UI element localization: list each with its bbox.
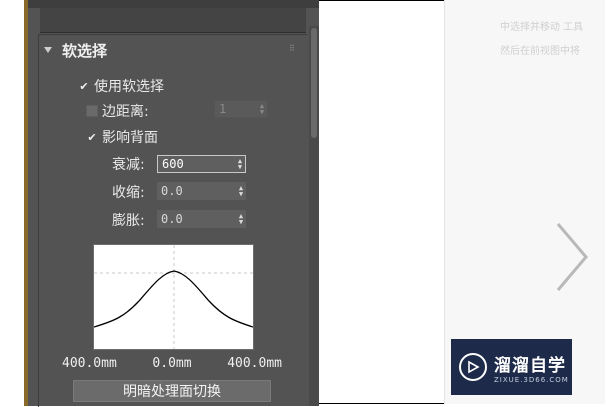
falloff-label: 衰减:	[112, 157, 145, 173]
collapse-triangle-icon[interactable]	[44, 47, 52, 53]
bubble-label: 膨胀:	[112, 213, 145, 229]
use-soft-selection-row[interactable]: ✔ 使用软选择	[78, 76, 164, 96]
bubble-spinner[interactable]: 0.0 ▲ ▼	[157, 210, 246, 228]
shaded-face-toggle-button[interactable]: 明暗处理面切换	[73, 380, 271, 402]
use-soft-selection-checkbox[interactable]: ✔	[78, 79, 90, 93]
previous-rollout-slot	[40, 8, 306, 33]
affect-backfacing-label: 影响背面	[102, 130, 158, 146]
affect-backfacing-row[interactable]: ✔ 影响背面	[86, 127, 158, 147]
spinner-arrows-icon[interactable]: ▲ ▼	[236, 213, 246, 226]
spinner-arrows-icon[interactable]: ▲ ▼	[257, 103, 267, 116]
logo-name: 溜溜自学	[494, 355, 566, 376]
brand-logo: 溜溜自学 ZIXUE.3D66.COM	[451, 339, 572, 395]
bubble-value[interactable]: 0.0	[157, 212, 236, 226]
falloff-spinner[interactable]: 600 ▲ ▼	[157, 155, 246, 173]
drag-grip-icon[interactable]: ⠿	[289, 45, 297, 53]
panel-top-bar	[28, 0, 319, 8]
edge-distance-checkbox[interactable]	[86, 105, 98, 117]
edge-distance-spinner[interactable]: 1 ▲ ▼	[214, 100, 268, 118]
checkmark-icon: ✔	[87, 130, 97, 144]
pinch-spinner[interactable]: 0.0 ▲ ▼	[157, 182, 246, 200]
axis-right-label: 400.0mm	[227, 356, 282, 371]
axis-left-label: 400.0mm	[62, 356, 117, 371]
falloff-value[interactable]: 600	[158, 157, 235, 171]
spinner-arrows-icon[interactable]: ▲ ▼	[236, 185, 246, 198]
falloff-curve-svg	[93, 245, 254, 349]
checkmark-icon: ✔	[79, 79, 89, 93]
spinner-arrows-icon[interactable]: ▲ ▼	[235, 158, 245, 171]
pinch-label: 收缩:	[112, 185, 145, 201]
axis-center-label: 0.0mm	[152, 356, 192, 371]
pinch-value[interactable]: 0.0	[157, 184, 236, 198]
tutorial-hint-line1: 中选择并移动 工具	[500, 22, 584, 33]
falloff-curve-graph	[93, 244, 254, 350]
edge-distance-label: 边距离:	[102, 104, 149, 120]
edge-distance-row[interactable]: 边距离:	[86, 101, 149, 121]
curve-axis-labels: 400.0mm 0.0mm 400.0mm	[62, 356, 282, 371]
scrollbar-thumb[interactable]	[311, 28, 317, 138]
play-logo-icon	[459, 353, 487, 381]
left-margin	[0, 0, 24, 406]
rollout-header[interactable]: 软选择	[44, 40, 107, 60]
edge-distance-value: 1	[219, 102, 227, 116]
affect-backfacing-checkbox[interactable]: ✔	[86, 130, 98, 144]
use-soft-selection-label: 使用软选择	[94, 79, 164, 95]
chevron-right-icon[interactable]	[554, 222, 590, 292]
tutorial-hint-line2: 然后在前视图中将	[500, 46, 580, 57]
logo-url: ZIXUE.3D66.COM	[494, 375, 569, 384]
rollout-title: 软选择	[62, 41, 108, 60]
